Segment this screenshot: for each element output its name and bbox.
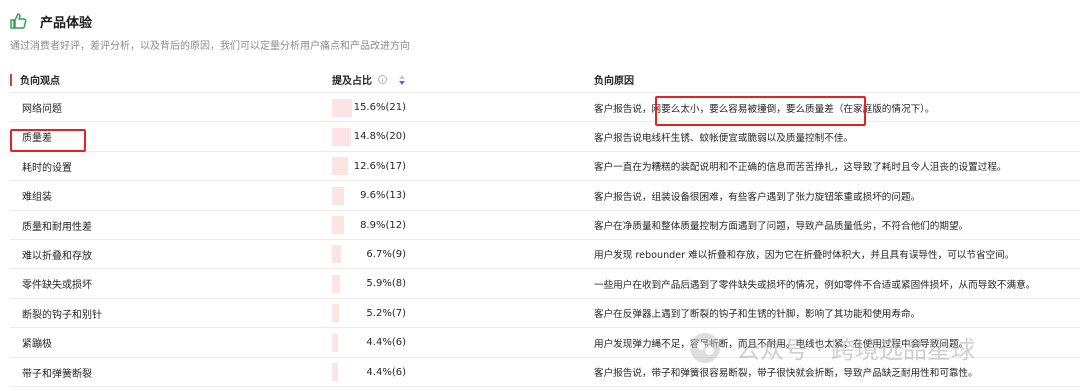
issue-cell: 断裂的钩子和别针 — [22, 309, 102, 321]
section-subtitle: 通过消费者好评，差评分析，以及背后的原因，我们可以定量分析用户痛点和产品改进方向 — [10, 41, 410, 52]
issue-cell: 带子和弹簧断裂 — [22, 368, 92, 380]
share-value: 15.6%(21) — [353, 102, 406, 113]
share-value: 14.8%(20) — [353, 131, 406, 143]
reason-cell: 一些用户在收到产品后遇到了零件缺失或损坏的情况，例如零件不合适或紧固件损坏，从而… — [594, 279, 1036, 291]
table-row: 网络问题 15.6%(21) 客户报告说，网要么太小，要么容易被撞倒，要么质量差（在… — [10, 93, 1080, 123]
share-bar — [332, 274, 340, 293]
table-row: 零件缺失或损坏 5.9%(8) 一些用户在收到产品后遇到了零件缺失或损坏的情况，例如… — [10, 269, 1080, 299]
reason-cell: 客户在净质量和整体质量控制方面遇到了问题，导致产品质量低劣，不符合他们的期望。 — [594, 221, 969, 233]
table-row: 耗时的设置 12.6%(17) 客户一直在为糟糕的装配说明和不正确的信息而苦苦挣扎，… — [10, 152, 1080, 182]
table-row: 断裂的钩子和别针 5.2%(7) 客户在反弹器上遇到了断裂的钩子和生锈的针脚，影响了… — [10, 299, 1080, 329]
wechat-icon — [690, 332, 720, 363]
header-accent-mark — [10, 73, 12, 86]
header-issue-label: 负向观点 — [20, 76, 60, 87]
issue-cell: 耗时的设置 — [22, 162, 72, 174]
highlight-box-reason — [655, 96, 866, 126]
share-value: 9.6%(13) — [360, 190, 406, 202]
thumbs-up-icon — [8, 11, 28, 31]
reason-cell: 客户一直在为糟糕的装配说明和不正确的信息而苦苦挣扎，这导致了耗时且令人沮丧的设置… — [594, 162, 1007, 174]
watermark: 公众号 · 跨境选品星球 — [690, 330, 975, 365]
issue-cell: 质量和耐用性差 — [22, 221, 92, 233]
info-icon[interactable] — [378, 75, 387, 84]
reason-cell: 客户报告说，组装设备很困难，有些客户遇到了张力旋钮笨重或损坏的问题。 — [594, 191, 921, 203]
share-bar — [332, 333, 338, 352]
issue-cell: 难以折叠和存放 — [22, 250, 92, 262]
table-row: 难组装 9.6%(13) 客户报告说，组装设备很困难，有些客户遇到了张力旋钮笨重或损… — [10, 181, 1080, 211]
share-value: 4.4%(6) — [366, 337, 406, 349]
reason-cell: 客户报告说电线杆生锈、蚊帐便宜或脆弱以及质量控制不佳。 — [594, 132, 854, 144]
share-value: 5.9%(8) — [366, 278, 406, 290]
header-share[interactable]: 提及占比 — [332, 72, 405, 87]
reason-cell: 用户发现 rebounder 难以折叠和存放，因为它在折叠时体积大，并且具有误导… — [594, 250, 1015, 262]
table-row: 难以折叠和存放 6.7%(9) 用户发现 rebounder 难以折叠和存放，因为它… — [10, 240, 1080, 270]
header-reason: 负向原因 — [594, 72, 634, 87]
sort-icon[interactable] — [399, 74, 405, 85]
share-value: 4.4%(6) — [366, 366, 406, 378]
share-value: 8.9%(12) — [360, 219, 406, 231]
header-reason-label: 负向原因 — [594, 76, 634, 87]
table-row: 质量和耐用性差 8.9%(12) 客户在净质量和整体质量控制方面遇到了问题，导致产品… — [10, 211, 1080, 240]
section-header: 产品体验 — [8, 10, 92, 32]
issue-cell: 网络问题 — [22, 104, 62, 115]
table-header: 负向观点 提及占比 负向原因 — [10, 65, 1080, 93]
share-bar — [332, 363, 338, 382]
issue-cell: 紧蹦极 — [22, 339, 52, 351]
issue-cell: 难组装 — [22, 192, 52, 204]
share-value: 5.2%(7) — [366, 307, 406, 319]
share-bar — [332, 304, 339, 323]
highlight-box-issue — [10, 129, 86, 152]
watermark-text: 公众号 · 跨境选品星球 — [736, 336, 975, 364]
table-row: 质量差 14.8%(20) 客户报告说电线杆生锈、蚊帐便宜或脆弱以及质量控制不佳。 — [10, 122, 1080, 152]
header-issue: 负向观点 — [10, 72, 60, 87]
section-title: 产品体验 — [40, 15, 93, 31]
share-value: 12.6%(17) — [353, 160, 406, 172]
share-value: 6.7%(9) — [366, 248, 406, 260]
reason-cell: 客户在反弹器上遇到了断裂的钩子和生锈的针脚，影响了其功能和使用寿命。 — [594, 309, 921, 321]
issue-cell: 零件缺失或损坏 — [22, 280, 92, 292]
header-share-label: 提及占比 — [332, 76, 372, 87]
